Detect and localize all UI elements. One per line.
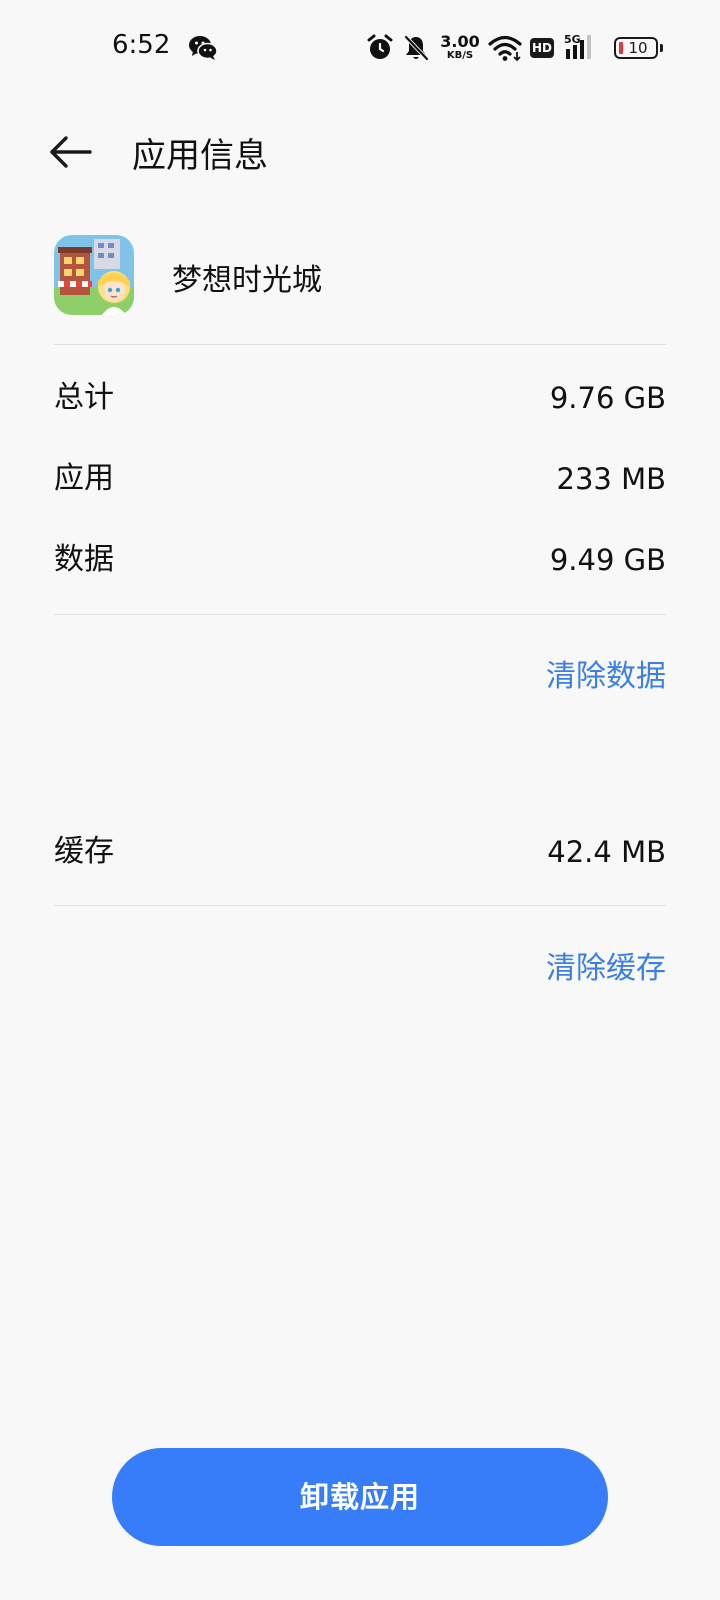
divider xyxy=(54,614,666,615)
bell-off-icon xyxy=(404,35,429,61)
network-speed-unit: KB/S xyxy=(446,50,474,61)
status-bar: 6:52 3.00 KB/S HD 5G 10 xyxy=(0,0,720,96)
storage-label: 应用 xyxy=(54,461,114,496)
signal-icon: 5G xyxy=(564,33,604,61)
storage-label: 数据 xyxy=(54,542,114,577)
hd-icon: HD xyxy=(530,38,554,58)
storage-value: 233 MB xyxy=(556,462,667,496)
signal-bars-icon xyxy=(566,35,591,59)
clear-data-button[interactable]: 清除数据 xyxy=(546,651,666,695)
page-title: 应用信息 xyxy=(132,136,268,176)
battery-icon: 10 xyxy=(614,37,658,59)
wechat-icon xyxy=(189,36,218,60)
storage-label: 总计 xyxy=(54,380,114,415)
cache-value: 42.4 MB xyxy=(547,835,666,869)
clear-cache-button[interactable]: 清除缓存 xyxy=(546,943,666,987)
cache-row: 缓存 42.4 MB xyxy=(54,828,666,876)
back-arrow-icon[interactable] xyxy=(44,130,96,174)
app-icon xyxy=(54,235,134,315)
storage-value: 9.76 GB xyxy=(549,381,666,415)
app-header: 梦想时光城 xyxy=(54,235,666,319)
alarm-icon xyxy=(367,34,393,59)
uninstall-button[interactable]: 卸载应用 xyxy=(112,1448,608,1546)
storage-row-data: 数据 9.49 GB xyxy=(54,536,666,584)
battery-nub xyxy=(660,44,663,52)
status-time: 6:52 xyxy=(112,30,171,60)
storage-value: 9.49 GB xyxy=(549,543,666,577)
storage-row-total: 总计 9.76 GB xyxy=(54,374,666,422)
divider xyxy=(54,344,666,345)
cache-label: 缓存 xyxy=(54,834,114,869)
divider xyxy=(54,905,666,906)
network-speed: 3.00 KB/S xyxy=(439,34,481,61)
network-speed-value: 3.00 xyxy=(440,32,480,51)
battery-level: 10 xyxy=(628,39,648,57)
storage-row-app: 应用 233 MB xyxy=(54,455,666,503)
app-name: 梦想时光城 xyxy=(172,263,322,298)
wifi-icon xyxy=(488,35,522,62)
header: 应用信息 xyxy=(0,112,720,192)
